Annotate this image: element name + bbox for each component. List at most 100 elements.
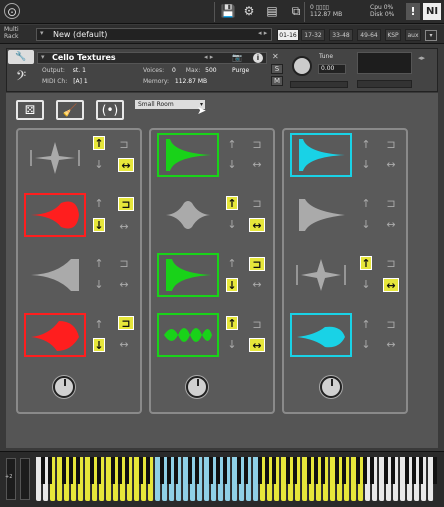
r2-loop-icon[interactable]: ⊐ bbox=[385, 197, 397, 211]
rack-menu-icon[interactable]: ▾ bbox=[425, 30, 437, 41]
r3-stretch-icon[interactable]: ↔ bbox=[383, 278, 399, 292]
ni-logo-icon[interactable]: ⊙ bbox=[4, 3, 20, 19]
black-key[interactable] bbox=[167, 457, 171, 484]
r3-down-arrow-icon[interactable]: ↓ bbox=[360, 278, 372, 292]
l3-up-arrow-icon[interactable]: ↑ bbox=[93, 257, 105, 271]
black-key[interactable] bbox=[160, 457, 164, 484]
collapse-arrow-icon[interactable]: ▾ bbox=[41, 53, 45, 61]
solo-button[interactable]: S bbox=[271, 64, 283, 74]
black-key[interactable] bbox=[118, 457, 122, 484]
surround-button[interactable]: (•) bbox=[96, 100, 124, 120]
aux-icon[interactable]: ◂▸ bbox=[418, 54, 425, 62]
slot-m1-waveform[interactable] bbox=[157, 133, 219, 177]
m3-stretch-icon[interactable]: ↔ bbox=[251, 278, 263, 292]
r2-down-arrow-icon[interactable]: ↓ bbox=[360, 218, 372, 232]
prev-next-arrows[interactable]: ◂ ▸ bbox=[258, 29, 267, 37]
black-key[interactable] bbox=[293, 457, 297, 484]
black-key[interactable] bbox=[384, 457, 388, 484]
r4-down-arrow-icon[interactable]: ↓ bbox=[360, 338, 372, 352]
r1-up-arrow-icon[interactable]: ↑ bbox=[360, 138, 372, 152]
instrument-name[interactable]: Cello Textures bbox=[52, 53, 116, 62]
tab-aux[interactable]: aux bbox=[405, 29, 421, 41]
black-key[interactable] bbox=[258, 457, 262, 484]
slot-l1-waveform[interactable] bbox=[24, 136, 86, 180]
r1-loop-icon[interactable]: ⊐ bbox=[385, 138, 397, 152]
black-key[interactable] bbox=[433, 457, 437, 484]
black-key[interactable] bbox=[405, 457, 409, 484]
black-key[interactable] bbox=[90, 457, 94, 484]
black-key[interactable] bbox=[356, 457, 360, 484]
black-key[interactable] bbox=[139, 457, 143, 484]
reverb-select[interactable]: Small Room ▾ bbox=[135, 100, 205, 109]
max-value[interactable]: 500 bbox=[205, 67, 216, 74]
black-key[interactable] bbox=[342, 457, 346, 484]
dropdown-arrow-icon[interactable]: ▾ bbox=[40, 29, 44, 37]
tab-33-48[interactable]: 33-48 bbox=[329, 29, 353, 41]
slot-r3-waveform[interactable] bbox=[290, 253, 352, 297]
warning-button[interactable]: ! bbox=[406, 3, 420, 20]
tab-49-64[interactable]: 49-64 bbox=[357, 29, 381, 41]
l4-up-arrow-icon[interactable]: ↑ bbox=[93, 318, 105, 332]
black-key[interactable] bbox=[209, 457, 213, 484]
r1-down-arrow-icon[interactable]: ↓ bbox=[360, 158, 372, 172]
r4-stretch-icon[interactable]: ↔ bbox=[385, 338, 397, 352]
m4-stretch-icon[interactable]: ↔ bbox=[249, 338, 265, 352]
slot-l3-waveform[interactable] bbox=[24, 253, 86, 297]
black-key[interactable] bbox=[370, 457, 374, 484]
m4-up-arrow-icon[interactable]: ↑ bbox=[226, 316, 238, 330]
m2-loop-icon[interactable]: ⊐ bbox=[251, 197, 263, 211]
black-key[interactable] bbox=[76, 457, 80, 484]
m1-up-arrow-icon[interactable]: ↑ bbox=[226, 138, 238, 152]
black-key[interactable] bbox=[174, 457, 178, 484]
m4-down-arrow-icon[interactable]: ↓ bbox=[226, 338, 238, 352]
save-icon[interactable]: 💾 bbox=[220, 3, 236, 19]
randomize-dice-button[interactable]: ⚄ bbox=[16, 100, 44, 120]
black-key[interactable] bbox=[314, 457, 318, 484]
tab-ksp[interactable]: KSP bbox=[385, 29, 401, 41]
black-key[interactable] bbox=[125, 457, 129, 484]
black-key[interactable] bbox=[223, 457, 227, 484]
instrument-nav-arrows[interactable]: ◂ ▸ bbox=[204, 53, 213, 61]
l2-down-arrow-icon[interactable]: ↓ bbox=[93, 218, 105, 232]
r4-loop-icon[interactable]: ⊐ bbox=[385, 318, 397, 332]
black-key[interactable] bbox=[321, 457, 325, 484]
black-key[interactable] bbox=[412, 457, 416, 484]
preset-name-field[interactable]: New (default) bbox=[36, 28, 272, 41]
black-key[interactable] bbox=[265, 457, 269, 484]
black-key[interactable] bbox=[286, 457, 290, 484]
slot-l2-waveform[interactable] bbox=[24, 193, 86, 237]
slot-m2-waveform[interactable] bbox=[157, 193, 219, 237]
column-right-volume-knob[interactable] bbox=[320, 376, 342, 398]
volume-slider[interactable] bbox=[357, 80, 412, 88]
midi-value[interactable]: [A] 1 bbox=[73, 78, 88, 85]
l3-down-arrow-icon[interactable]: ↓ bbox=[93, 278, 105, 292]
ni-brand-icon[interactable]: NI bbox=[423, 3, 441, 20]
slot-r1-waveform[interactable] bbox=[290, 133, 352, 177]
slot-l4-waveform[interactable] bbox=[24, 313, 86, 357]
l4-stretch-icon[interactable]: ↔ bbox=[118, 338, 130, 352]
l1-up-arrow-icon[interactable]: ↑ bbox=[93, 136, 105, 150]
slot-r2-waveform[interactable] bbox=[290, 193, 352, 237]
column-middle-volume-knob[interactable] bbox=[186, 376, 208, 398]
r3-loop-icon[interactable]: ⊐ bbox=[385, 257, 397, 271]
tab-17-32[interactable]: 17-32 bbox=[301, 29, 325, 41]
l3-stretch-icon[interactable]: ↔ bbox=[118, 278, 130, 292]
r1-stretch-icon[interactable]: ↔ bbox=[385, 158, 397, 172]
pan-slider[interactable] bbox=[290, 81, 348, 88]
slot-r4-waveform[interactable] bbox=[290, 313, 352, 357]
black-key[interactable] bbox=[195, 457, 199, 484]
l2-loop-icon[interactable]: ⊐ bbox=[118, 197, 134, 211]
m1-stretch-icon[interactable]: ↔ bbox=[251, 158, 263, 172]
m3-down-arrow-icon[interactable]: ↓ bbox=[226, 278, 238, 292]
tune-knob[interactable] bbox=[292, 56, 312, 76]
purge-button[interactable]: Purge bbox=[232, 67, 249, 75]
clear-brush-button[interactable]: 🧹 bbox=[56, 100, 84, 120]
wrench-icon[interactable]: 🔧 bbox=[8, 50, 34, 64]
camera-icon[interactable]: 📷 bbox=[232, 53, 242, 62]
rack-view-icon[interactable]: ▤ bbox=[264, 3, 280, 19]
output-value[interactable]: st. 1 bbox=[73, 67, 86, 74]
l3-loop-icon[interactable]: ⊐ bbox=[118, 257, 130, 271]
black-key[interactable] bbox=[41, 457, 45, 484]
black-key[interactable] bbox=[188, 457, 192, 484]
black-key[interactable] bbox=[363, 457, 367, 484]
